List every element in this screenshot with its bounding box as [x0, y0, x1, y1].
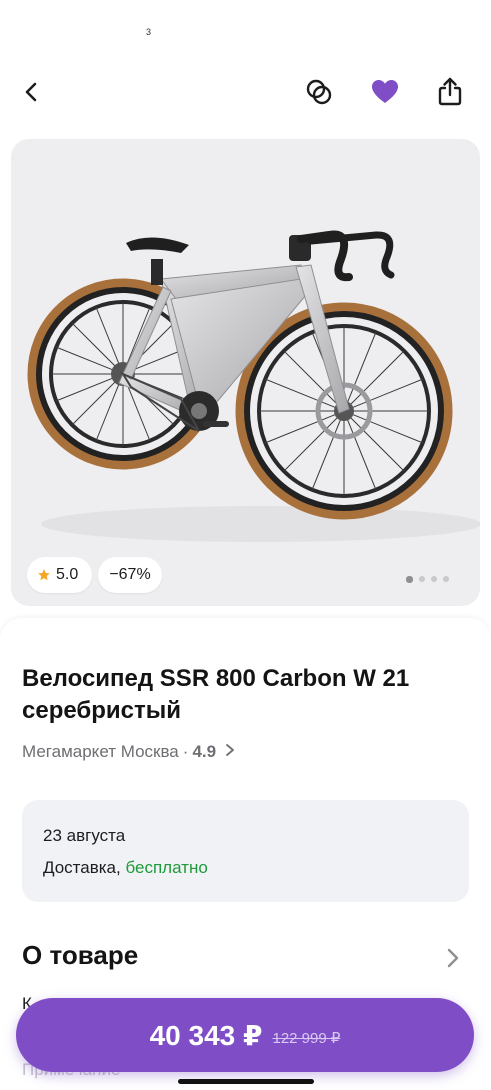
delivery-free-text: бесплатно: [125, 858, 208, 877]
share-icon: [438, 77, 462, 106]
chevron-right-icon: [226, 744, 234, 756]
pagination-dot[interactable]: [419, 576, 425, 582]
back-button[interactable]: [10, 66, 54, 118]
chevron-left-icon: [25, 82, 37, 102]
delivery-card[interactable]: 23 августа Доставка, бесплатно: [22, 800, 469, 902]
old-price: 122 999 ₽: [272, 1030, 341, 1047]
product-title: Велосипед SSR 800 Carbon W 21 серебристы…: [22, 665, 410, 724]
seller-link[interactable]: Мегамаркет Москва · 4.9: [22, 742, 236, 762]
share-button[interactable]: [428, 66, 472, 118]
compare-icon: [306, 79, 332, 105]
pagination-dot-active[interactable]: [406, 575, 413, 583]
top-navigation-bar: [0, 66, 491, 118]
status-text: 3: [146, 27, 152, 37]
current-price: 40 343 ₽: [149, 1019, 263, 1051]
status-bar: 3: [0, 0, 491, 60]
buy-button[interactable]: 40 343 ₽ 122 999 ₽: [16, 998, 474, 1072]
product-image-gallery[interactable]: [11, 139, 480, 606]
gallery-pagination: [406, 575, 449, 583]
compare-button[interactable]: [297, 66, 341, 118]
bicycle-image: [27, 230, 480, 542]
about-section-title[interactable]: О товаре: [22, 940, 138, 971]
discount-badge: −67%: [98, 557, 162, 593]
chevron-right-icon[interactable]: [444, 946, 462, 970]
home-indicator: [178, 1079, 314, 1084]
rating-badge[interactable]: 5.0: [27, 557, 92, 593]
discount-value: −67%: [109, 566, 151, 583]
seller-name: Мегамаркет Москва: [22, 742, 179, 761]
pagination-dot[interactable]: [431, 576, 437, 582]
heart-icon: [372, 80, 398, 103]
delivery-info: Доставка, бесплатно: [43, 858, 208, 878]
delivery-date: 23 августа: [43, 826, 126, 845]
product-page: 3 5.0 −67% Велосипед SSR 800 Carbon W 21…: [0, 0, 491, 1090]
delivery-label: Доставка,: [43, 858, 121, 877]
favorite-button[interactable]: [363, 66, 407, 118]
pagination-dot[interactable]: [443, 576, 449, 582]
rating-value: 5.0: [56, 566, 79, 583]
seller-separator: ·: [182, 742, 189, 761]
seller-rating: 4.9: [192, 742, 217, 761]
star-icon: [37, 568, 51, 582]
